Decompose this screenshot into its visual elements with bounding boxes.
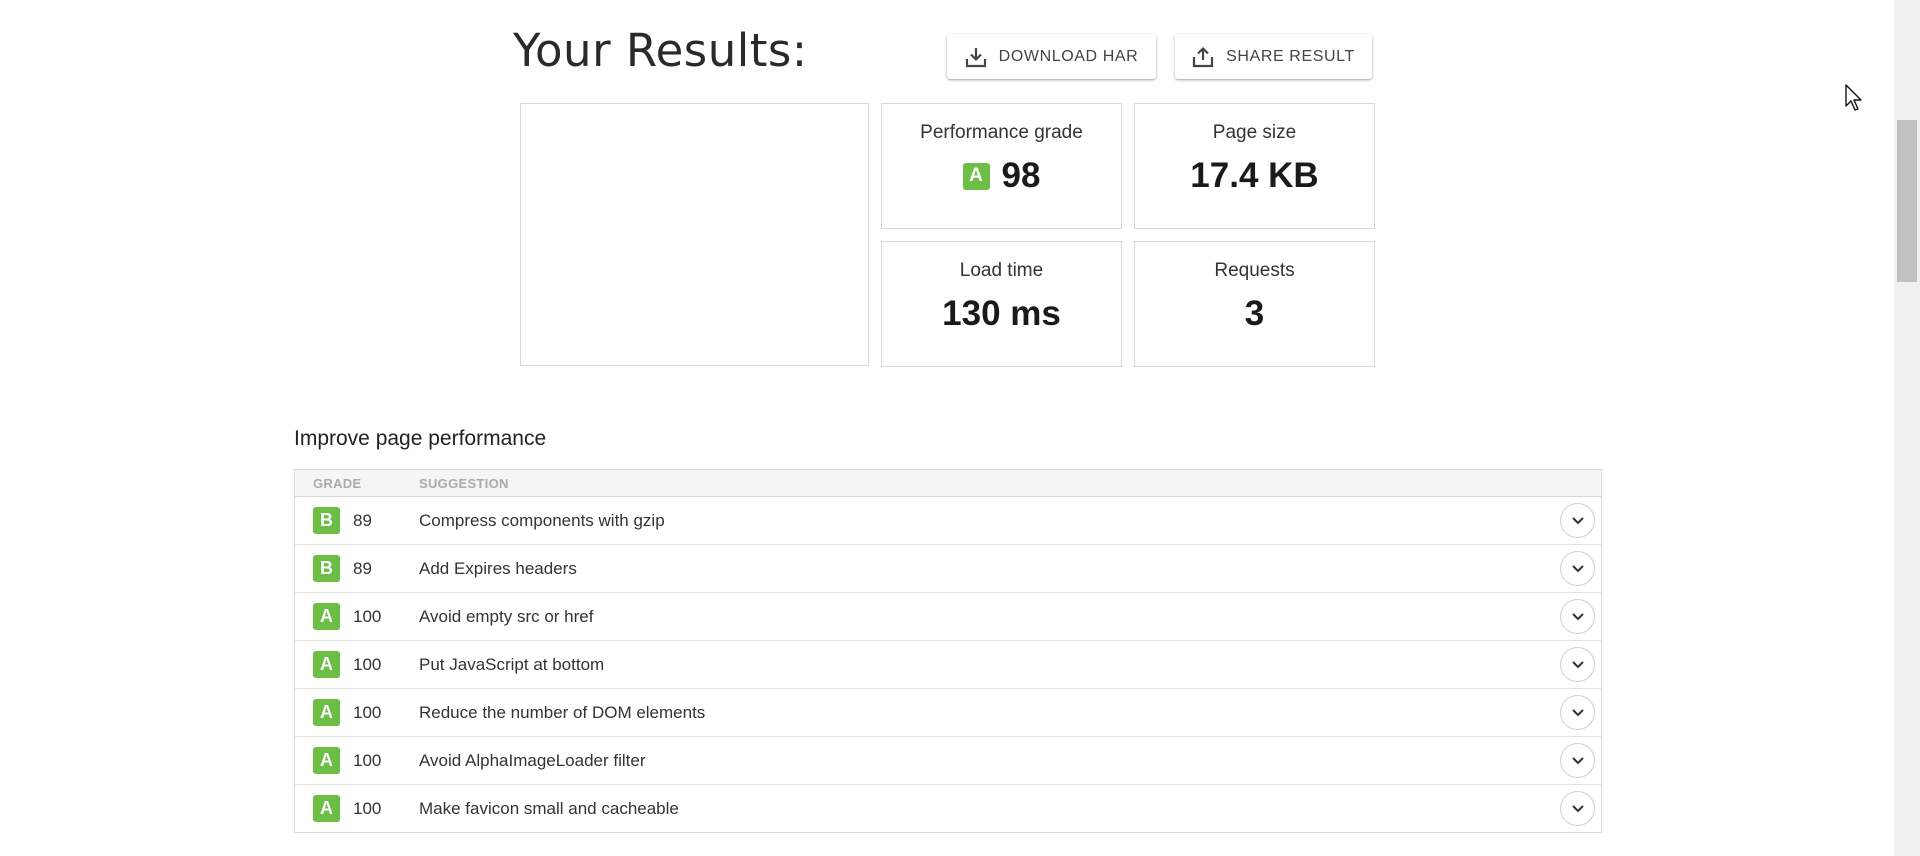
chevron-down-icon — [1571, 708, 1584, 716]
page-screenshot-preview — [520, 103, 869, 366]
table-row[interactable]: A 100 Avoid empty src or href — [295, 593, 1601, 641]
suggestion-text: Avoid empty src or href — [419, 607, 594, 626]
expand-row-button[interactable] — [1560, 791, 1595, 826]
page-size-label: Page size — [1212, 122, 1297, 143]
grade-badge: A — [313, 747, 340, 774]
grade-score: 100 — [353, 607, 382, 626]
improve-section-title: Improve page performance — [294, 427, 547, 450]
download-icon — [965, 46, 987, 68]
suggestion-text: Put JavaScript at bottom — [419, 655, 605, 674]
download-har-label: DOWNLOAD HAR — [998, 47, 1139, 65]
expand-row-button[interactable] — [1560, 599, 1595, 634]
share-result-label: SHARE RESULT — [1226, 47, 1355, 65]
load-time-label: Load time — [959, 260, 1044, 281]
grade-badge: A — [313, 795, 340, 822]
table-row[interactable]: B 89 Add Expires headers — [295, 545, 1601, 593]
share-result-button[interactable]: SHARE RESULT — [1175, 34, 1372, 79]
expand-row-button[interactable] — [1560, 647, 1595, 682]
grade-score: 100 — [353, 655, 382, 674]
table-row[interactable]: A 100 Put JavaScript at bottom — [295, 641, 1601, 689]
suggestion-text: Compress components with gzip — [419, 511, 665, 530]
chevron-down-icon — [1571, 756, 1584, 764]
chevron-down-icon — [1571, 564, 1584, 572]
column-header-grade: GRADE — [313, 476, 362, 491]
expand-row-button[interactable] — [1560, 695, 1595, 730]
table-row[interactable]: A 100 Make favicon small and cacheable — [295, 785, 1601, 832]
table-row[interactable]: B 89 Compress components with gzip — [295, 497, 1601, 545]
table-row[interactable]: A 100 Reduce the number of DOM elements — [295, 689, 1601, 737]
chevron-down-icon — [1571, 804, 1584, 812]
expand-row-button[interactable] — [1560, 743, 1595, 778]
grade-badge: A — [962, 162, 990, 190]
grade-badge: B — [313, 507, 340, 534]
load-time-value: 130 ms — [942, 294, 1061, 333]
grade-score: 89 — [353, 559, 372, 578]
column-header-suggestion: SUGGESTION — [419, 476, 509, 491]
suggestion-text: Add Expires headers — [419, 559, 577, 578]
performance-grade-value-wrap: A 98 — [962, 156, 1041, 196]
performance-grade-card: Performance grade A 98 — [881, 103, 1122, 229]
page-size-value: 17.4 KB — [1190, 156, 1319, 195]
suggestion-text: Reduce the number of DOM elements — [419, 703, 706, 722]
grade-score: 100 — [353, 703, 382, 722]
grade-badge: A — [313, 651, 340, 678]
requests-value: 3 — [1244, 294, 1265, 333]
grade-badge: A — [313, 603, 340, 630]
performance-grade-value: 98 — [1001, 156, 1041, 195]
suggestions-table: GRADE SUGGESTION B 89 Compress components … — [294, 469, 1602, 833]
grade-badge: B — [313, 555, 340, 582]
grade-score: 89 — [353, 511, 372, 530]
chevron-down-icon — [1571, 660, 1584, 668]
download-har-button[interactable]: DOWNLOAD HAR — [947, 34, 1156, 79]
grade-score: 100 — [353, 799, 382, 818]
page-title: Your Results: — [513, 24, 808, 77]
performance-grade-label: Performance grade — [920, 122, 1083, 143]
grade-score: 100 — [353, 751, 382, 770]
expand-row-button[interactable] — [1560, 503, 1595, 538]
grade-badge: A — [313, 699, 340, 726]
page-size-card: Page size 17.4 KB — [1134, 103, 1375, 229]
mouse-cursor-icon — [1845, 84, 1865, 117]
chevron-down-icon — [1571, 612, 1584, 620]
requests-card: Requests 3 — [1134, 241, 1375, 367]
requests-label: Requests — [1214, 260, 1295, 281]
table-row[interactable]: A 100 Avoid AlphaImageLoader filter — [295, 737, 1601, 785]
expand-row-button[interactable] — [1560, 551, 1595, 586]
table-header: GRADE SUGGESTION — [295, 470, 1601, 497]
scrollbar-thumb[interactable] — [1897, 120, 1917, 282]
suggestion-text: Make favicon small and cacheable — [419, 799, 679, 818]
chevron-down-icon — [1571, 516, 1584, 524]
load-time-card: Load time 130 ms — [881, 241, 1122, 367]
suggestion-text: Avoid AlphaImageLoader filter — [419, 751, 646, 770]
share-icon — [1192, 46, 1214, 68]
